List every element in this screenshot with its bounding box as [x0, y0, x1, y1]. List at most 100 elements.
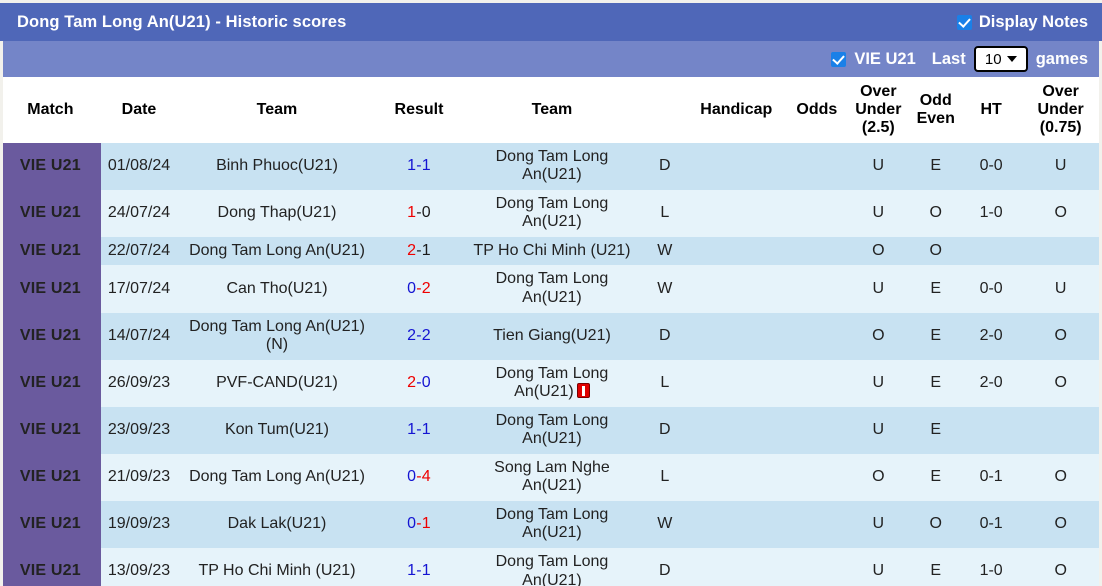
cell-result[interactable]: 1-0 — [377, 190, 462, 237]
cell-home-team[interactable]: Dong Tam Long An(U21) (N) — [177, 313, 376, 360]
result-away-score: -2 — [416, 327, 431, 344]
cell-home-team[interactable]: TP Ho Chi Minh (U21) — [177, 548, 376, 586]
cell-result[interactable]: 0-1 — [377, 501, 462, 548]
cell-ht: 2-0 — [963, 360, 1019, 407]
table-row[interactable]: VIE U2113/09/23TP Ho Chi Minh (U21)1-1Do… — [0, 548, 1102, 586]
result-home-score: 0 — [407, 515, 416, 532]
cell-result[interactable]: 2-0 — [377, 360, 462, 407]
cell-away-team[interactable]: Dong Tam Long An(U21) — [461, 548, 642, 586]
cell-away-team[interactable]: Dong Tam Long An(U21) — [461, 190, 642, 237]
games-count-select[interactable]: 10 — [974, 46, 1028, 72]
cell-handicap — [687, 265, 786, 312]
cell-home-team[interactable]: PVF-CAND(U21) — [177, 360, 376, 407]
cell-away-team[interactable]: Dong Tam Long An(U21) — [461, 143, 642, 190]
cell-handicap — [687, 548, 786, 586]
cell-ht: 0-0 — [963, 265, 1019, 312]
cell-away-team[interactable]: Dong Tam Long An(U21) — [461, 360, 642, 407]
cell-result[interactable]: 1-1 — [377, 548, 462, 586]
th-ou075-l2: Under — [1021, 101, 1100, 119]
cell-home-team[interactable]: Dong Tam Long An(U21) — [177, 454, 376, 501]
cell-home-team[interactable]: Can Tho(U21) — [177, 265, 376, 312]
table-row[interactable]: VIE U2126/09/23PVF-CAND(U21)2-0Dong Tam … — [0, 360, 1102, 407]
cell-away-team[interactable]: Dong Tam Long An(U21) — [461, 407, 642, 454]
table-row[interactable]: VIE U2122/07/24Dong Tam Long An(U21)2-1T… — [0, 237, 1102, 266]
cell-league: VIE U21 — [0, 360, 101, 407]
cell-result[interactable]: 1-1 — [377, 143, 462, 190]
cell-over-under-25: U — [848, 265, 908, 312]
cell-home-team[interactable]: Kon Tum(U21) — [177, 407, 376, 454]
cell-odds — [786, 360, 848, 407]
result-home-score: 2 — [407, 327, 416, 344]
th-odd-even[interactable]: Odd Even — [909, 77, 963, 143]
cell-over-under-25: U — [848, 360, 908, 407]
cell-league: VIE U21 — [0, 190, 101, 237]
cell-odds — [786, 265, 848, 312]
cell-result[interactable]: 1-1 — [377, 407, 462, 454]
cell-result[interactable]: 2-2 — [377, 313, 462, 360]
table-row[interactable]: VIE U2119/09/23Dak Lak(U21)0-1Dong Tam L… — [0, 501, 1102, 548]
th-odds[interactable]: Odds — [786, 77, 848, 143]
cell-result[interactable]: 0-4 — [377, 454, 462, 501]
cell-odds — [786, 143, 848, 190]
result-away-score: -2 — [416, 280, 431, 297]
cell-odd-even: E — [909, 548, 963, 586]
cell-league: VIE U21 — [0, 454, 101, 501]
result-home-score: 1 — [407, 562, 416, 579]
league-filter-checkbox[interactable] — [831, 52, 846, 67]
cell-over-under-075: U — [1019, 265, 1102, 312]
cell-result[interactable]: 0-2 — [377, 265, 462, 312]
cell-home-team[interactable]: Dak Lak(U21) — [177, 501, 376, 548]
cell-odd-even: E — [909, 454, 963, 501]
th-result[interactable]: Result — [377, 77, 462, 143]
cell-over-under-25: U — [848, 548, 908, 586]
table-row[interactable]: VIE U2124/07/24Dong Thap(U21)1-0Dong Tam… — [0, 190, 1102, 237]
games-label: games — [1036, 50, 1088, 69]
cell-outcome: W — [643, 501, 687, 548]
th-ht[interactable]: HT — [963, 77, 1019, 143]
th-match[interactable]: Match — [0, 77, 101, 143]
cell-home-team[interactable]: Dong Tam Long An(U21) — [177, 237, 376, 266]
cell-away-team[interactable]: Dong Tam Long An(U21) — [461, 501, 642, 548]
cell-ht: 0-1 — [963, 454, 1019, 501]
th-over-under-25[interactable]: Over Under (2.5) — [848, 77, 908, 143]
th-handicap[interactable]: Handicap — [687, 77, 786, 143]
cell-over-under-075 — [1019, 237, 1102, 266]
cell-ht — [963, 237, 1019, 266]
table-row[interactable]: VIE U2117/07/24Can Tho(U21)0-2Dong Tam L… — [0, 265, 1102, 312]
table-body: VIE U2101/08/24Binh Phuoc(U21)1-1Dong Ta… — [0, 143, 1102, 586]
cell-ht: 0-0 — [963, 143, 1019, 190]
cell-odd-even: O — [909, 190, 963, 237]
cell-away-team[interactable]: TP Ho Chi Minh (U21) — [461, 237, 642, 266]
th-team-away[interactable]: Team — [461, 77, 642, 143]
cell-date: 26/09/23 — [101, 360, 178, 407]
th-ou075-l1: Over — [1021, 83, 1100, 101]
cell-date: 24/07/24 — [101, 190, 178, 237]
cell-outcome: D — [643, 548, 687, 586]
th-over-under-075[interactable]: Over Under (0.75) — [1019, 77, 1102, 143]
cell-handicap — [687, 143, 786, 190]
table-row[interactable]: VIE U2123/09/23Kon Tum(U21)1-1Dong Tam L… — [0, 407, 1102, 454]
cell-over-under-25: U — [848, 501, 908, 548]
result-home-score: 1 — [407, 204, 416, 221]
cell-result[interactable]: 2-1 — [377, 237, 462, 266]
cell-odd-even: E — [909, 265, 963, 312]
display-notes-checkbox[interactable] — [957, 15, 972, 30]
cell-home-team[interactable]: Binh Phuoc(U21) — [177, 143, 376, 190]
th-team-home[interactable]: Team — [177, 77, 376, 143]
table-row[interactable]: VIE U2121/09/23Dong Tam Long An(U21)0-4S… — [0, 454, 1102, 501]
table-row[interactable]: VIE U2101/08/24Binh Phuoc(U21)1-1Dong Ta… — [0, 143, 1102, 190]
cell-league: VIE U21 — [0, 313, 101, 360]
cell-outcome: W — [643, 237, 687, 266]
table-row[interactable]: VIE U2114/07/24Dong Tam Long An(U21) (N)… — [0, 313, 1102, 360]
display-notes-control[interactable]: Display Notes — [957, 13, 1088, 32]
cell-away-team[interactable]: Dong Tam Long An(U21) — [461, 265, 642, 312]
cell-away-team[interactable]: Tien Giang(U21) — [461, 313, 642, 360]
cell-league: VIE U21 — [0, 143, 101, 190]
cell-away-team[interactable]: Song Lam Nghe An(U21) — [461, 454, 642, 501]
th-date[interactable]: Date — [101, 77, 178, 143]
cell-home-team[interactable]: Dong Thap(U21) — [177, 190, 376, 237]
th-ou25-l3: (2.5) — [850, 119, 906, 137]
cell-handicap — [687, 313, 786, 360]
cell-handicap — [687, 237, 786, 266]
last-label: Last — [932, 50, 966, 69]
